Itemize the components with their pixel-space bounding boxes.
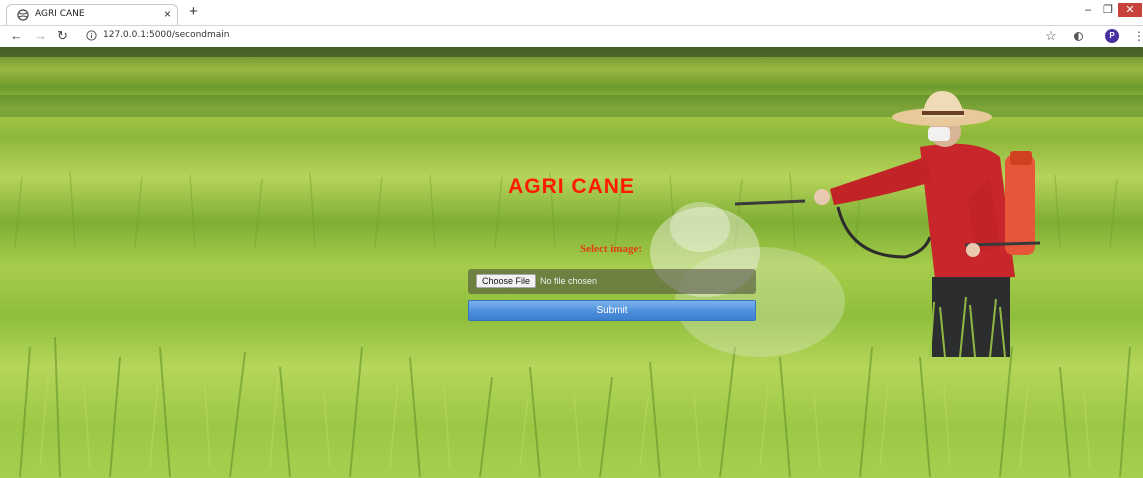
rice-field-farmer-background — [0, 47, 1143, 478]
reload-button[interactable]: ↻ — [57, 28, 68, 44]
address-bar[interactable]: 127.0.0.1:5000/secondmain — [103, 30, 230, 40]
file-status-text: No file chosen — [540, 276, 598, 286]
forward-button[interactable]: → — [34, 28, 47, 44]
browser-tab[interactable]: AGRI CANE × — [6, 4, 178, 25]
extension-icon[interactable] — [1074, 32, 1083, 41]
browser-menu-icon[interactable]: ⋮ — [1133, 28, 1143, 44]
tab-close-icon[interactable]: × — [164, 8, 171, 20]
close-window-button[interactable]: ✕ — [1118, 3, 1142, 17]
file-input[interactable]: Choose File No file chosen — [468, 269, 756, 294]
choose-file-button[interactable]: Choose File — [476, 274, 537, 288]
browser-toolbar: ← → ↻ 127.0.0.1:5000/secondmain ☆ P ⋮ — [0, 26, 1143, 47]
tab-title: AGRI CANE — [35, 9, 85, 19]
profile-avatar[interactable]: P — [1105, 29, 1119, 43]
minimize-button[interactable]: – — [1085, 4, 1091, 16]
page-viewport: AGRI CANE Select image: Choose File No f… — [0, 47, 1143, 478]
select-image-label: Select image: — [580, 243, 642, 255]
bookmark-star-icon[interactable]: ☆ — [1045, 28, 1057, 44]
info-icon[interactable] — [86, 30, 97, 41]
maximize-button[interactable]: ❐ — [1103, 4, 1113, 16]
back-button[interactable]: ← — [10, 28, 23, 44]
submit-button[interactable]: Submit — [468, 300, 756, 321]
page-title: AGRI CANE — [508, 175, 635, 198]
browser-tab-strip: AGRI CANE × + – ❐ ✕ — [0, 0, 1143, 26]
new-tab-button[interactable]: + — [189, 4, 198, 19]
globe-icon — [17, 9, 29, 21]
